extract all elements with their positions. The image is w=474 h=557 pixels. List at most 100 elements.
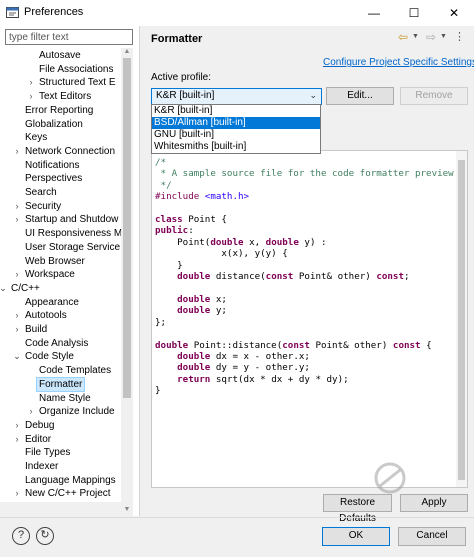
chevron-right-icon[interactable]: ›	[13, 419, 21, 432]
configure-project-settings-link[interactable]: Configure Project Specific Settings...	[323, 57, 474, 68]
chevron-right-icon[interactable]: ›	[13, 213, 21, 226]
code-token: ;	[404, 271, 410, 283]
close-button[interactable]: ✕	[434, 0, 474, 26]
chevron-down-icon[interactable]: ⌄	[13, 350, 21, 363]
profile-option[interactable]: K&R [built-in]	[152, 105, 320, 117]
profile-option[interactable]: Whitesmiths [built-in]	[152, 141, 320, 153]
code-token: sqrt(dx * dx + dy * dy);	[210, 373, 349, 385]
back-arrow-icon[interactable]: ⇦	[398, 30, 408, 44]
tree-item[interactable]: Globalization	[0, 118, 121, 131]
tree-item[interactable]: User Storage Service	[0, 241, 121, 254]
tree-scroll-thumb[interactable]	[123, 58, 131, 398]
tree-item[interactable]: Code Analysis	[0, 337, 121, 350]
tree-item[interactable]: Appearance	[0, 296, 121, 309]
code-token: const	[392, 339, 421, 351]
back-history-dropdown-icon[interactable]: ▼	[412, 33, 419, 40]
profile-option[interactable]: GNU [built-in]	[152, 129, 320, 141]
profile-dropdown-list: K&R [built-in] BSD/Allman [built-in] GNU […	[151, 104, 321, 154]
tree-item[interactable]: › Structured Text E	[0, 76, 121, 89]
chevron-right-icon[interactable]: ›	[13, 268, 21, 281]
chevron-right-icon[interactable]: ›	[13, 145, 21, 158]
tree-horizontal-scrollbar[interactable]	[0, 502, 121, 516]
chevron-right-icon[interactable]: ›	[13, 309, 21, 322]
active-profile-select[interactable]: K&R [built-in] ⌄	[151, 88, 322, 105]
cancel-button[interactable]: Cancel	[398, 527, 466, 546]
tree-item[interactable]: Autosave	[0, 49, 121, 62]
chevron-right-icon[interactable]: ›	[13, 433, 21, 446]
preferences-tree: Autosave File Associations › Structured Tex…	[0, 48, 121, 516]
tree-item[interactable]: › Editor	[0, 433, 121, 446]
tree-item[interactable]: › Organize Include	[0, 405, 121, 418]
tree-item[interactable]: › Build	[0, 323, 121, 336]
tree-item-label: File Associations	[39, 63, 114, 75]
code-line: double Point::distance(const Point& othe…	[155, 340, 432, 351]
tree-item[interactable]: Error Reporting	[0, 104, 121, 117]
tree-item[interactable]: › Startup and Shutdow	[0, 213, 121, 226]
tree-item-label: Perspectives	[25, 173, 83, 185]
scroll-down-arrow-icon[interactable]: ▼	[121, 506, 133, 516]
tree-item[interactable]: ⌄ Code Style	[0, 350, 121, 363]
chevron-right-icon[interactable]: ›	[27, 76, 35, 89]
chevron-right-icon[interactable]: ›	[27, 405, 35, 418]
chevron-right-icon[interactable]: ›	[13, 323, 21, 336]
tree-item[interactable]: File Types	[0, 446, 121, 459]
tree-item[interactable]: › Security	[0, 200, 121, 213]
tree-item[interactable]: ⌄ C/C++	[0, 282, 121, 295]
chevron-right-icon[interactable]: ›	[13, 200, 21, 213]
preview-scroll-thumb[interactable]	[458, 160, 465, 480]
tree-item-label: Error Reporting	[25, 104, 94, 116]
tree-item[interactable]: › Workspace	[0, 268, 121, 281]
tree-item[interactable]: › New C/C++ Project	[0, 487, 121, 500]
apply-button[interactable]: Apply	[400, 494, 468, 512]
tree-item[interactable]: Web Browser	[0, 255, 121, 268]
code-token: double	[265, 236, 299, 248]
scroll-up-arrow-icon[interactable]: ▲	[121, 48, 133, 58]
tree-item[interactable]: UI Responsiveness M	[0, 227, 121, 240]
tree-item[interactable]: Search	[0, 186, 121, 199]
code-line: }	[155, 260, 183, 271]
tree-item[interactable]: Indexer	[0, 460, 121, 473]
import-export-icon[interactable]: ↻	[36, 527, 54, 545]
filter-input[interactable]	[5, 29, 133, 45]
tree-item[interactable]: Language Mappings	[0, 474, 121, 487]
code-token: * A sample source file for the code form…	[155, 168, 454, 180]
tree-item-label: Editor	[25, 433, 52, 445]
tree-item-label: Text Editors	[39, 91, 92, 103]
tree-item[interactable]: › Debug	[0, 419, 121, 432]
code-line: * A sample source file for the code form…	[155, 168, 454, 179]
view-menu-icon[interactable]: ⋮	[454, 30, 465, 43]
forward-history-dropdown-icon[interactable]: ▼	[440, 33, 447, 40]
minimize-button[interactable]: —	[354, 0, 394, 26]
profile-option[interactable]: BSD/Allman [built-in]	[152, 117, 320, 129]
tree-item[interactable]: › Autotools	[0, 309, 121, 322]
tree-item[interactable]: Keys	[0, 131, 121, 144]
edit-profile-button[interactable]: Edit...	[326, 87, 394, 105]
code-line: double y;	[155, 305, 227, 316]
tree-item[interactable]: Formatter	[0, 376, 121, 392]
tree-item[interactable]: Notifications	[0, 159, 121, 172]
remove-profile-button[interactable]: Remove	[400, 87, 468, 105]
active-profile-label: Active profile:	[151, 72, 212, 83]
forward-arrow-icon[interactable]: ⇨	[426, 30, 436, 44]
code-token: }	[155, 385, 161, 397]
code-token: public	[155, 225, 189, 237]
tree-item[interactable]: Name Style	[0, 392, 121, 405]
help-icon[interactable]: ?	[12, 527, 30, 545]
code-token: return	[177, 373, 211, 385]
tree-item[interactable]: Perspectives	[0, 172, 121, 185]
tree-item-label: Workspace	[25, 269, 75, 281]
code-token: y) :	[298, 236, 327, 248]
tree-item-label: UI Responsiveness M	[25, 228, 121, 240]
chevron-right-icon[interactable]: ›	[13, 487, 21, 500]
chevron-right-icon[interactable]: ›	[27, 90, 35, 103]
ok-button[interactable]: OK	[322, 527, 390, 546]
tree-item[interactable]: Code Templates	[0, 364, 121, 377]
tree-item[interactable]: › Network Connection	[0, 145, 121, 158]
tree-item[interactable]: › Text Editors	[0, 90, 121, 103]
restore-defaults-button[interactable]: Restore Defaults	[323, 494, 392, 524]
tree-item[interactable]: File Associations	[0, 63, 121, 76]
maximize-button[interactable]: ☐	[394, 0, 434, 26]
tree-item-label: New C/C++ Project	[25, 488, 111, 500]
chevron-down-icon[interactable]: ⌄	[0, 282, 7, 295]
